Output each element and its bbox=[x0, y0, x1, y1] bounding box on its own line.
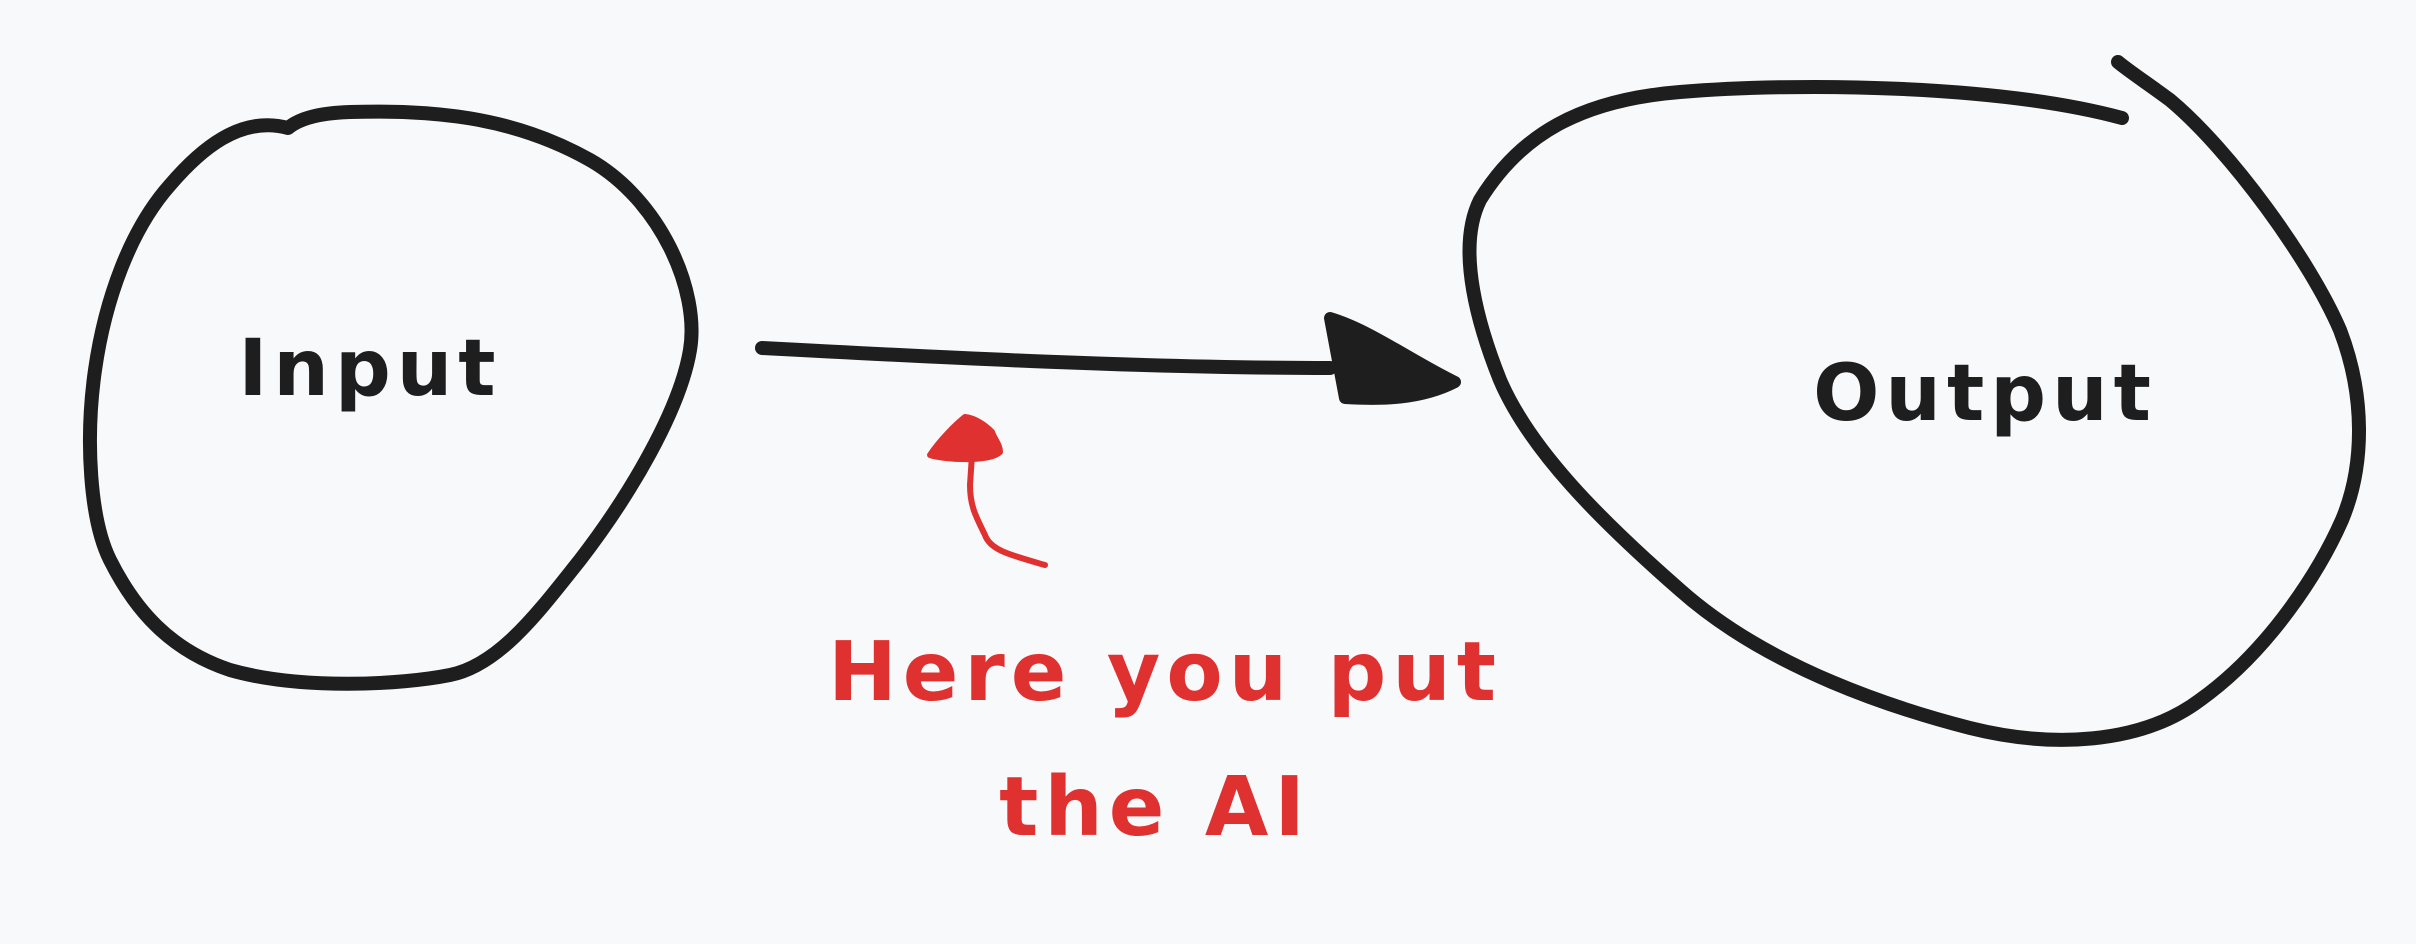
diagram-svg: Input Output Here you put the AI bbox=[83, 55, 2366, 855]
diagram-canvas: Input Output Here you put the AI bbox=[0, 0, 2416, 944]
main-arrow-head bbox=[1324, 312, 1461, 405]
input-label: Input bbox=[238, 324, 501, 414]
annotation-arrow-line bbox=[966, 452, 1048, 568]
annotation-line-1: Here you put bbox=[828, 625, 1502, 720]
main-arrow-line[interactable] bbox=[755, 341, 1337, 375]
annotation-arrow-head bbox=[927, 414, 1003, 463]
annotation-line-2: the AI bbox=[999, 760, 1311, 855]
output-label: Output bbox=[1813, 349, 2157, 439]
